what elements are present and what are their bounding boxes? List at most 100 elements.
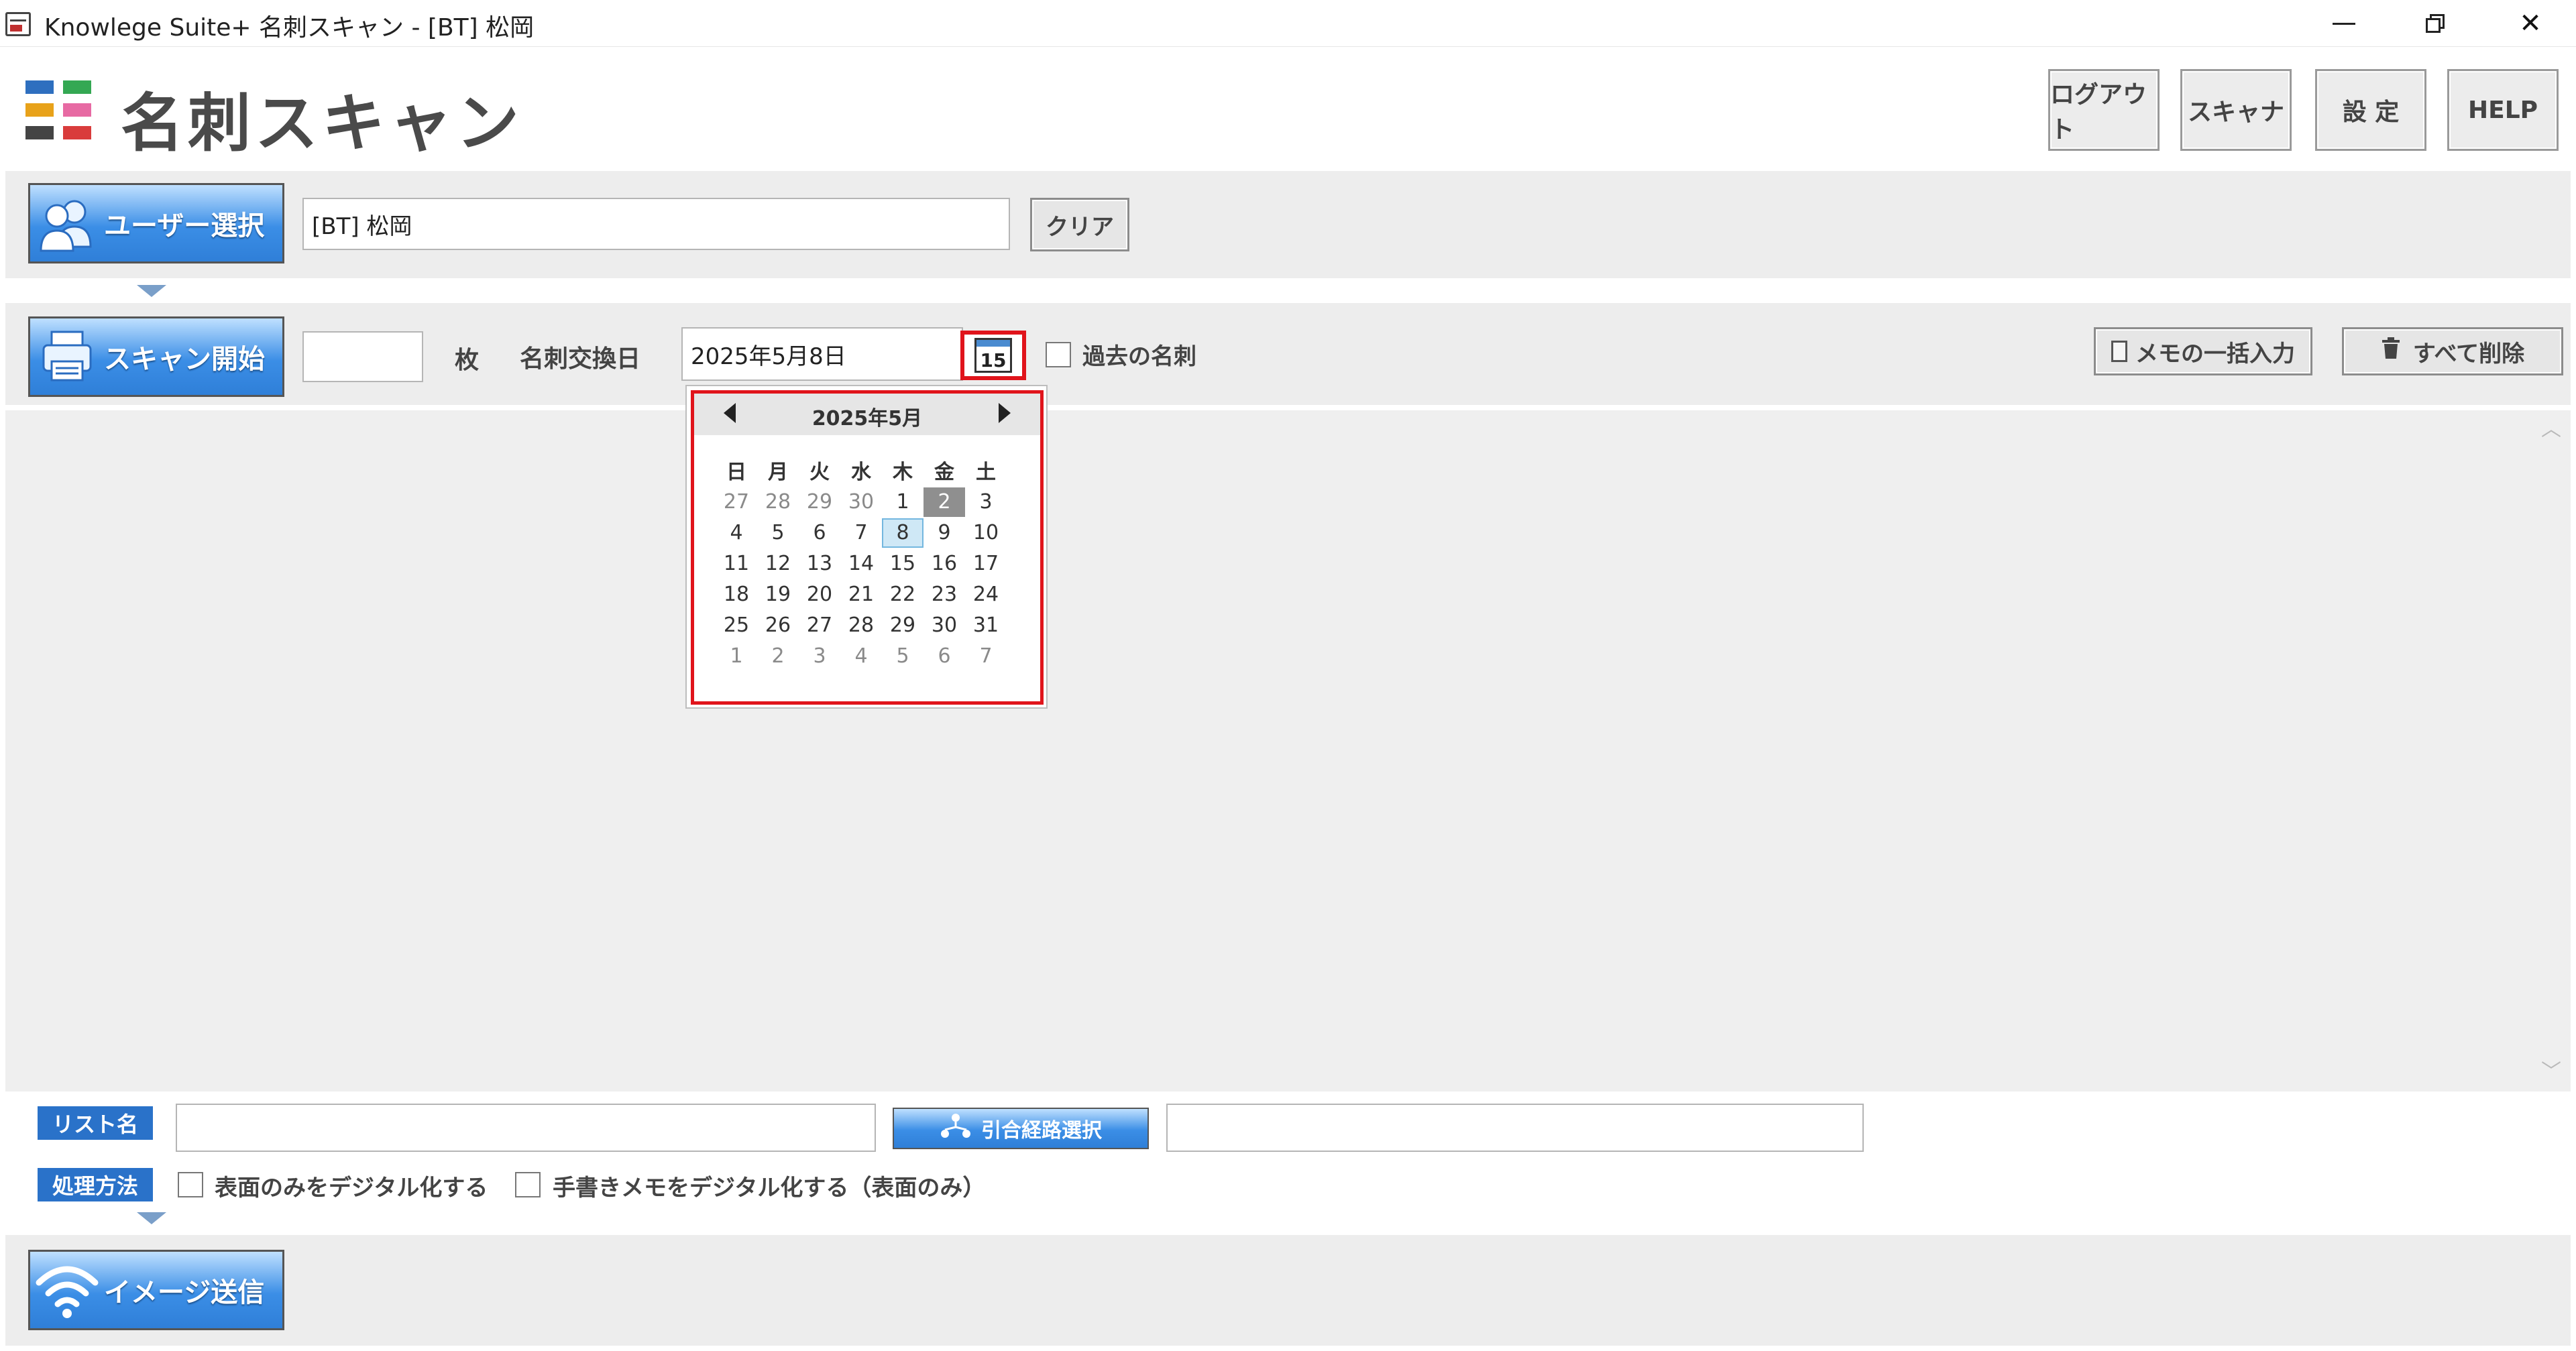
past-cards-checkbox[interactable]: [1046, 342, 1071, 367]
calendar-day[interactable]: 27: [716, 487, 757, 517]
calendar-day[interactable]: 28: [840, 611, 882, 640]
calendar-day[interactable]: 31: [965, 611, 1007, 640]
count-field[interactable]: [302, 331, 423, 382]
next-month-icon[interactable]: [999, 403, 1011, 423]
front-only-label: 表面のみをデジタル化する: [215, 1175, 488, 1201]
route-icon: [940, 1112, 972, 1144]
memo-bulk-button[interactable]: メモの一括入力: [2094, 327, 2312, 375]
calendar-day[interactable]: 30: [923, 611, 965, 640]
minimize-button[interactable]: [2300, 0, 2388, 47]
send-image-button[interactable]: イメージ送信: [28, 1250, 284, 1330]
route-select-button[interactable]: 引合経路選択: [893, 1108, 1149, 1149]
list-name-field[interactable]: [176, 1104, 876, 1152]
options-panel: リスト名 引合経路選択 処理方法 表面のみをデジタル化する 手書きメモをデジタル…: [5, 1093, 2571, 1201]
clear-button[interactable]: クリア: [1030, 198, 1129, 251]
minimize-icon: [2333, 22, 2355, 25]
scan-panel: スキャン開始 枚 名刺交換日 2025年5月8日 過去の名刺 メモの一括入力 す…: [5, 303, 2571, 405]
calendar-day[interactable]: 2: [757, 642, 799, 671]
calendar-popup: 2025年5月 日月火水木金土 27 28 29 30 1 2 3 4 5 6 7 8 9 10 11 12 13…: [685, 385, 1048, 709]
weekday-header: 月: [768, 461, 788, 484]
handwritten-memo-checkbox[interactable]: [515, 1172, 541, 1197]
exchange-date-field[interactable]: 2025年5月8日: [681, 327, 963, 381]
calendar-day[interactable]: 1: [882, 487, 923, 517]
calendar-day[interactable]: 18: [716, 580, 757, 609]
help-button[interactable]: HELP: [2447, 69, 2559, 151]
logout-button[interactable]: ログアウト: [2048, 69, 2160, 151]
calendar-day[interactable]: 6: [799, 518, 840, 548]
calendar-day[interactable]: 29: [799, 487, 840, 517]
calendar-day[interactable]: 25: [716, 611, 757, 640]
weekday-header: 木: [893, 461, 913, 484]
calendar-day[interactable]: 7: [965, 642, 1007, 671]
calendar-day[interactable]: 20: [799, 580, 840, 609]
calendar-day[interactable]: 5: [757, 518, 799, 548]
scroll-down-icon[interactable]: ﹀: [2541, 1062, 2561, 1082]
calendar-day[interactable]: 26: [757, 611, 799, 640]
calendar-day[interactable]: 13: [799, 549, 840, 579]
calendar-day[interactable]: 9: [923, 518, 965, 548]
user-panel: ユーザー選択 [BT] 松岡 クリア: [5, 171, 2571, 278]
window-title: Knowlege Suite+ 名刺スキャン - [BT] 松岡: [44, 14, 535, 42]
scan-start-button[interactable]: スキャン開始: [28, 316, 284, 397]
card-list-area: ︿ ﹀: [5, 410, 2571, 1092]
front-only-checkbox[interactable]: [178, 1172, 203, 1197]
scroll-up-icon[interactable]: ︿: [2541, 420, 2561, 440]
handwritten-memo-label: 手書きメモをデジタル化する（表面のみ）: [553, 1175, 986, 1201]
calendar-day[interactable]: 4: [840, 642, 882, 671]
calendar-icon: 15: [974, 338, 1012, 373]
send-image-label: イメージ送信: [104, 1277, 265, 1308]
past-cards-label: 過去の名刺: [1082, 343, 1196, 370]
weekday-header: 水: [851, 461, 871, 484]
app-header: 名刺スキャン ログアウト スキャナ 設 定 HELP: [0, 47, 2576, 171]
wifi-icon: [30, 1252, 104, 1328]
calendar-day[interactable]: 5: [882, 642, 923, 671]
memo-bulk-label: メモの一括入力: [2135, 340, 2295, 367]
calendar-day[interactable]: 24: [965, 580, 1007, 609]
calendar-day[interactable]: 7: [840, 518, 882, 548]
restore-button[interactable]: [2392, 0, 2479, 47]
scanner-button[interactable]: スキャナ: [2180, 69, 2292, 151]
users-icon: [30, 185, 104, 261]
calendar-day[interactable]: 4: [716, 518, 757, 548]
calendar-day[interactable]: 27: [799, 611, 840, 640]
calendar-day[interactable]: 6: [923, 642, 965, 671]
weekday-header: 火: [809, 461, 830, 484]
calendar-day[interactable]: 14: [840, 549, 882, 579]
process-method-label: 処理方法: [38, 1168, 153, 1201]
close-button[interactable]: ✕: [2487, 0, 2574, 47]
app-logo-icon: [25, 80, 93, 142]
calendar-day[interactable]: 22: [882, 580, 923, 609]
route-field[interactable]: [1166, 1104, 1864, 1152]
delete-all-button[interactable]: すべて削除: [2342, 327, 2563, 375]
app-icon: [5, 12, 31, 36]
calendar-day[interactable]: 3: [799, 642, 840, 671]
calendar-button[interactable]: 15: [960, 331, 1026, 380]
calendar-day[interactable]: 23: [923, 580, 965, 609]
calendar-day[interactable]: 3: [965, 487, 1007, 517]
send-panel: イメージ送信: [5, 1235, 2571, 1346]
memo-icon: [2111, 341, 2127, 362]
calendar-day[interactable]: 16: [923, 549, 965, 579]
calendar-day[interactable]: 21: [840, 580, 882, 609]
calendar-day[interactable]: 29: [882, 611, 923, 640]
weekday-header: 金: [934, 461, 954, 484]
calendar-day[interactable]: 28: [757, 487, 799, 517]
calendar-day[interactable]: 30: [840, 487, 882, 517]
exchange-date-label: 名刺交換日: [520, 345, 641, 373]
calendar-day[interactable]: 17: [965, 549, 1007, 579]
calendar-day[interactable]: 15: [882, 549, 923, 579]
page-title: 名刺スキャン: [121, 87, 524, 160]
calendar-day[interactable]: 10: [965, 518, 1007, 548]
calendar-day[interactable]: 19: [757, 580, 799, 609]
calendar-day[interactable]: 8: [882, 518, 923, 548]
settings-button[interactable]: 設 定: [2315, 69, 2426, 151]
weekday-header: 土: [976, 461, 996, 484]
calendar-day[interactable]: 12: [757, 549, 799, 579]
calendar-day[interactable]: 11: [716, 549, 757, 579]
user-field[interactable]: [BT] 松岡: [302, 198, 1010, 250]
scanner-icon: [30, 318, 104, 395]
calendar-day[interactable]: 2: [923, 487, 965, 517]
list-name-label: リスト名: [38, 1106, 153, 1140]
user-select-button[interactable]: ユーザー選択: [28, 183, 284, 263]
calendar-day[interactable]: 1: [716, 642, 757, 671]
